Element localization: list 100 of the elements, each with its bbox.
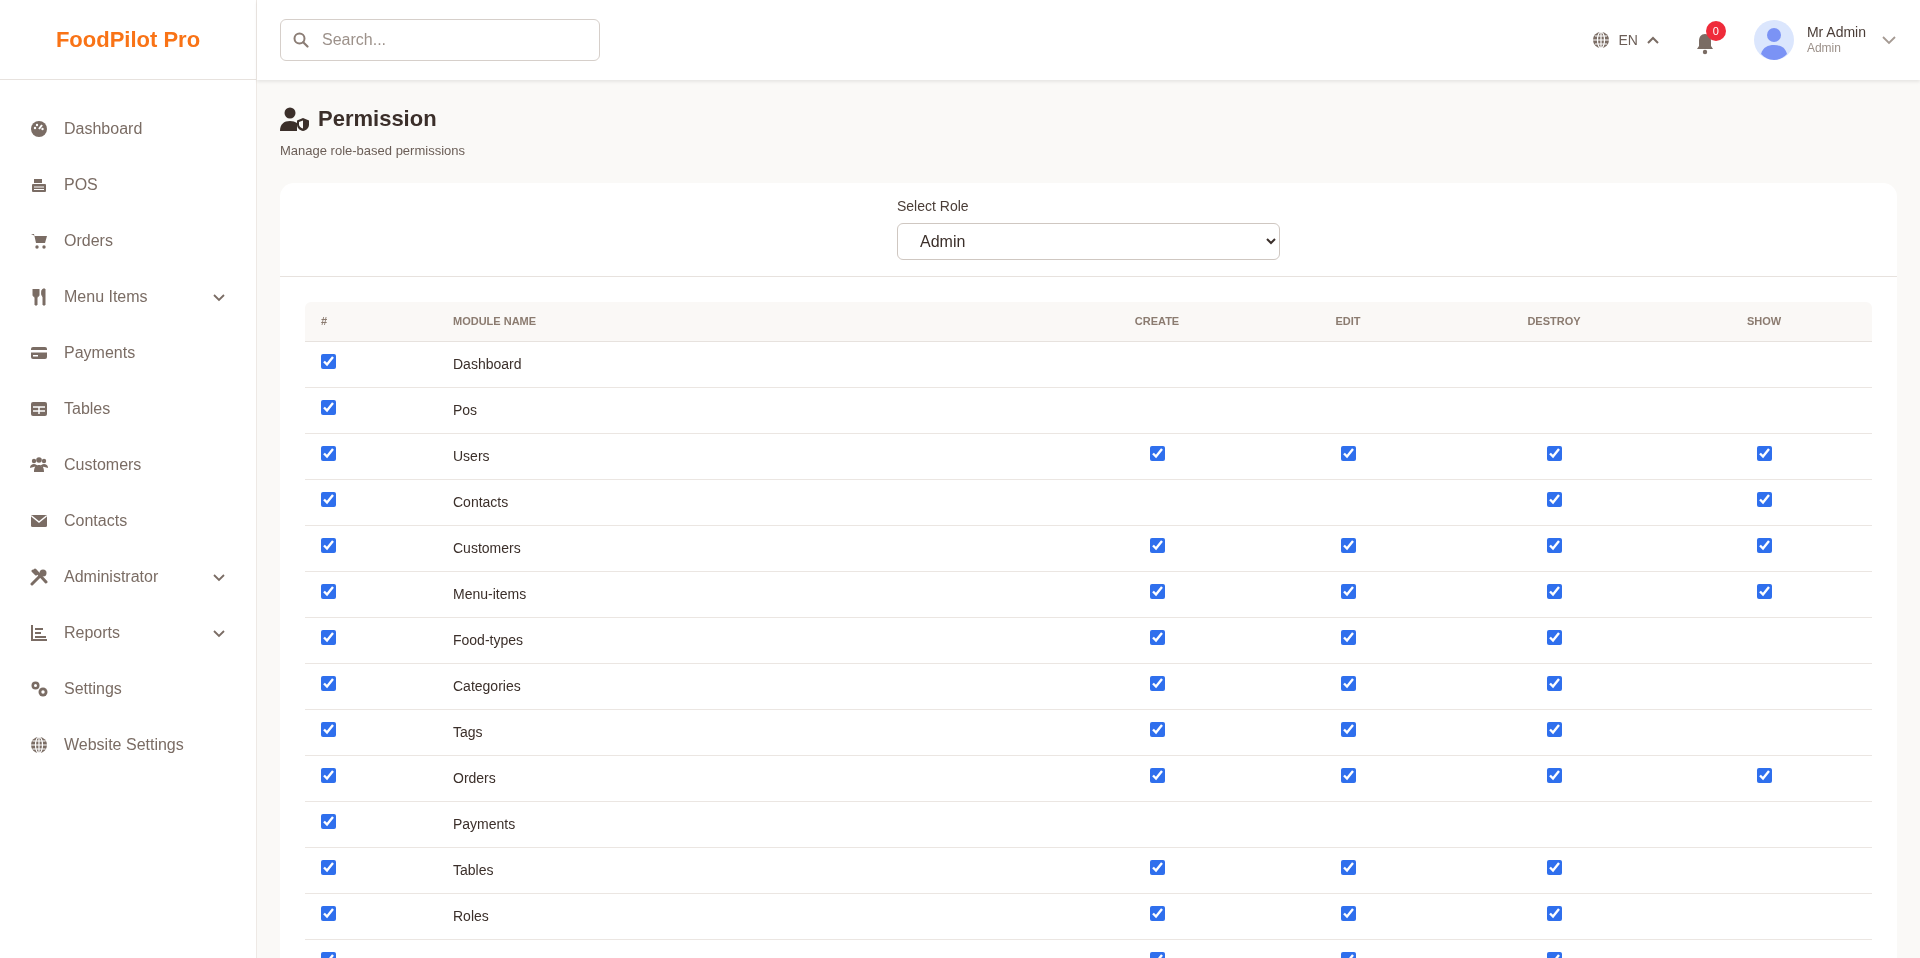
checkbox[interactable]	[1546, 721, 1562, 737]
checkbox[interactable]	[1546, 675, 1562, 691]
tools-icon	[30, 568, 48, 586]
column-header: DESTROY	[1527, 313, 1581, 329]
checkbox[interactable]	[1546, 859, 1562, 875]
module-name: Tags	[453, 724, 483, 740]
page-subtitle: Manage role-based permissions	[280, 142, 466, 160]
user-menu[interactable]: Mr Admin Admin	[1753, 20, 1897, 60]
checkbox[interactable]	[1149, 767, 1165, 783]
module-name: Orders	[453, 770, 496, 786]
checkbox[interactable]	[321, 675, 336, 691]
column-header: CREATE	[1134, 313, 1180, 329]
checkbox[interactable]	[1340, 675, 1356, 691]
sidebar-item[interactable]: Contacts	[30, 493, 226, 549]
sidebar-item[interactable]: Dashboard	[30, 101, 226, 157]
cash-register-icon	[30, 176, 48, 194]
module-name: Roles	[453, 908, 489, 924]
card-icon	[30, 344, 48, 362]
checkbox[interactable]	[1546, 445, 1562, 461]
user-name: Mr Admin	[1806, 23, 1866, 42]
column-header: #	[320, 313, 329, 329]
checkbox[interactable]	[1756, 583, 1772, 599]
checkbox[interactable]	[1340, 445, 1356, 461]
module-name: Categories	[453, 678, 521, 694]
checkbox[interactable]	[1756, 537, 1772, 553]
sidebar-item[interactable]: Menu Items	[30, 269, 226, 325]
checkbox[interactable]	[1149, 675, 1165, 691]
checkbox[interactable]	[321, 445, 336, 461]
sidebar-item[interactable]: Reports	[30, 605, 226, 661]
module-name: Dashboard	[453, 356, 522, 372]
module-name: Tables	[453, 862, 494, 878]
checkbox[interactable]	[1340, 767, 1356, 783]
checkbox[interactable]	[1756, 767, 1772, 783]
sidebar-item[interactable]: Orders	[30, 213, 226, 269]
checkbox[interactable]	[321, 905, 336, 921]
cart-icon	[30, 232, 48, 250]
checkbox[interactable]	[1340, 629, 1356, 645]
gauge-icon	[30, 120, 48, 138]
envelope-icon	[30, 512, 48, 530]
checkbox[interactable]	[1546, 629, 1562, 645]
sidebar-item[interactable]: Payments	[30, 325, 226, 381]
checkbox[interactable]	[1756, 445, 1772, 461]
sidebar-item[interactable]: Settings	[30, 661, 226, 717]
sidebar-item[interactable]: POS	[30, 157, 226, 213]
checkbox[interactable]	[1149, 629, 1165, 645]
checkbox[interactable]	[1546, 583, 1562, 599]
checkbox[interactable]	[1546, 537, 1562, 553]
checkbox[interactable]	[1340, 583, 1356, 599]
sidebar-item[interactable]: Administrator	[30, 549, 226, 605]
module-name: Customers	[453, 540, 521, 556]
module-name: Food-types	[453, 632, 524, 648]
chevron-up-icon	[1645, 35, 1660, 45]
column-header: EDIT	[1335, 313, 1361, 329]
checkbox[interactable]	[1546, 491, 1562, 507]
column-header: MODULE NAME	[452, 313, 537, 329]
checkbox[interactable]	[321, 491, 336, 507]
globe-icon	[30, 736, 48, 754]
sidebar-item[interactable]: Website Settings	[30, 717, 226, 773]
users-icon	[30, 456, 48, 474]
checkbox[interactable]	[321, 859, 336, 875]
checkbox[interactable]	[1340, 905, 1356, 921]
checkbox[interactable]	[1756, 491, 1772, 507]
column-header: SHOW	[1746, 313, 1782, 329]
module-name: Payments	[453, 816, 516, 832]
module-name: Users	[453, 448, 490, 464]
module-name: Pos	[453, 402, 478, 418]
checkbox[interactable]	[1546, 905, 1562, 921]
search-field[interactable]: Search...	[280, 19, 600, 61]
checkbox[interactable]	[1340, 537, 1356, 553]
checkbox[interactable]	[1149, 905, 1165, 921]
checkbox[interactable]	[1149, 721, 1165, 737]
bell-icon	[1694, 33, 1715, 55]
field-label: Select Role	[897, 196, 970, 216]
checkbox[interactable]	[321, 353, 336, 369]
table-icon	[30, 400, 48, 418]
checkbox[interactable]	[321, 399, 336, 415]
sidebar-item[interactable]: Tables	[30, 381, 226, 437]
notification-button[interactable]: 0	[1691, 21, 1726, 59]
checkbox[interactable]	[1149, 583, 1165, 599]
checkbox[interactable]	[321, 767, 336, 783]
checkbox[interactable]	[1340, 859, 1356, 875]
checkbox[interactable]	[321, 629, 336, 645]
search-icon	[293, 32, 309, 48]
language-switcher[interactable]: EN	[1592, 29, 1660, 51]
notification-badge: 0	[1705, 21, 1726, 41]
checkbox[interactable]	[1546, 767, 1562, 783]
sidebar-item[interactable]: Customers	[30, 437, 226, 493]
chevron-down-icon	[1881, 35, 1897, 45]
checkbox[interactable]	[1149, 537, 1165, 553]
checkbox[interactable]	[321, 537, 336, 553]
page-title: Permission	[318, 105, 437, 133]
checkbox[interactable]	[1340, 721, 1356, 737]
checkbox[interactable]	[1149, 445, 1165, 461]
checkbox[interactable]	[321, 583, 336, 599]
checkbox[interactable]	[321, 721, 336, 737]
avatar-icon	[1753, 20, 1794, 60]
checkbox[interactable]	[321, 813, 336, 829]
chart-icon	[30, 624, 48, 642]
role-select[interactable]: Admin	[897, 222, 1280, 260]
checkbox[interactable]	[1149, 859, 1165, 875]
